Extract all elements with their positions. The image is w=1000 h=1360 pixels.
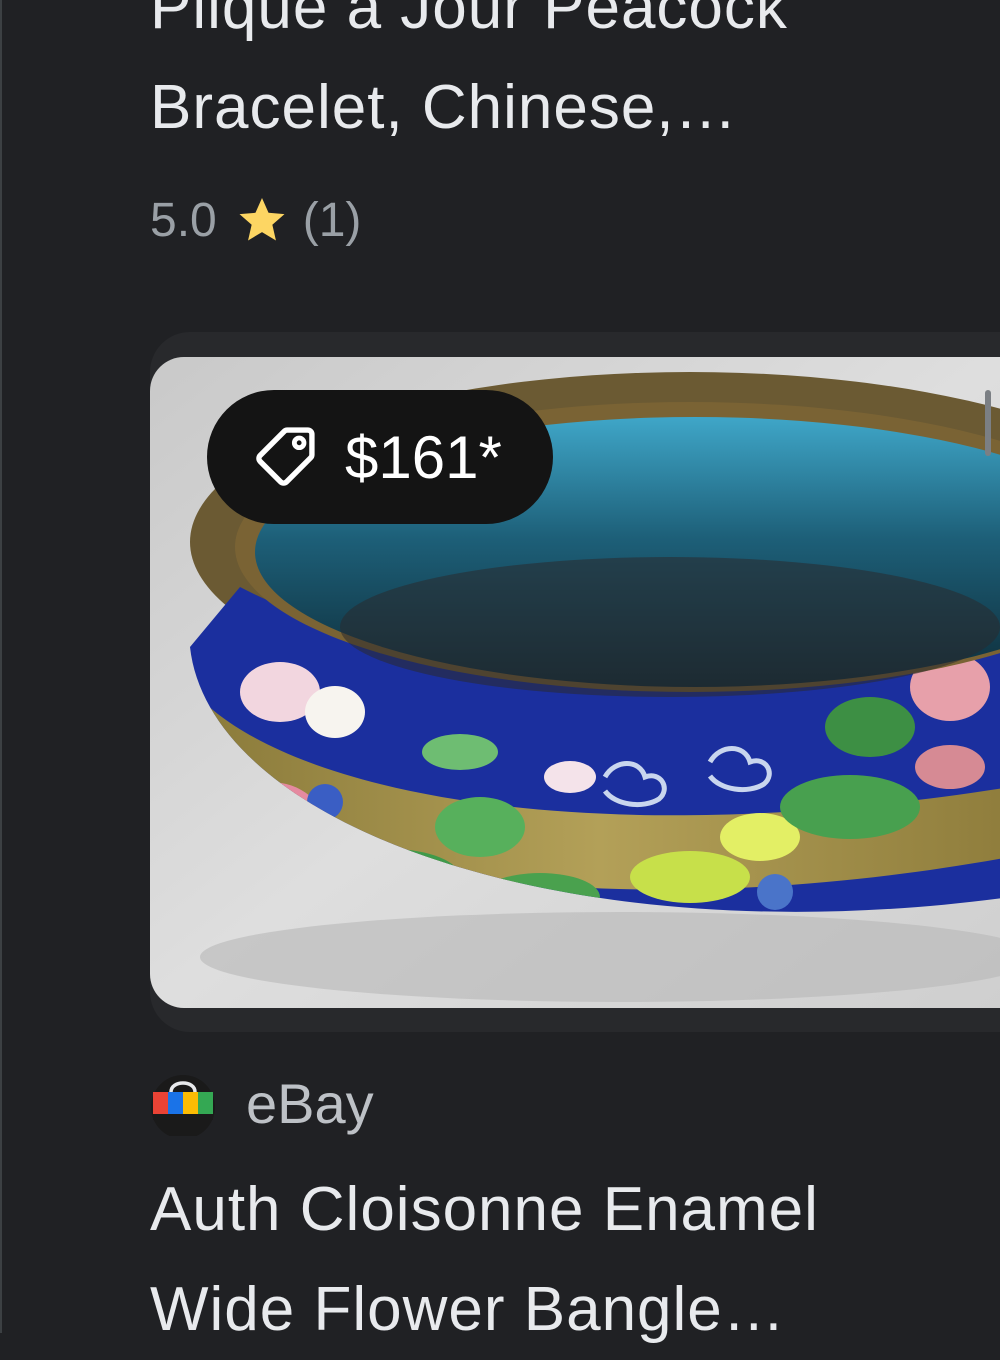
listing-title-1-line2: Bracelet, Chinese,… [150, 73, 738, 142]
rating-value: 5.0 [150, 193, 217, 247]
listing-title-2[interactable]: Auth Cloisonne Enamel Wide Flower Bangle… [150, 1160, 819, 1360]
shopping-bag-icon [151, 1075, 215, 1136]
rating-count: (1) [302, 193, 362, 247]
price-label: $161* [345, 423, 502, 491]
merchant-name: eBay [246, 1071, 374, 1135]
star-icon [239, 197, 285, 241]
price-chip: $161* [207, 390, 553, 524]
tag-icon [256, 427, 315, 486]
merchant-row[interactable]: eBay [150, 1068, 374, 1138]
window-edge [0, 0, 2, 1333]
image-scrollbar[interactable] [985, 390, 991, 456]
listing-title-1-line1: Plique a Jour Peacock [150, 0, 788, 42]
listing-title-2-line2: Wide Flower Bangle… [150, 1275, 786, 1344]
listing-rating: 5.0 (1) [150, 190, 361, 250]
listing-title-2-line1: Auth Cloisonne Enamel [150, 1175, 819, 1244]
listing-title-1[interactable]: Plique a Jour Peacock Bracelet, Chinese,… [150, 0, 788, 158]
